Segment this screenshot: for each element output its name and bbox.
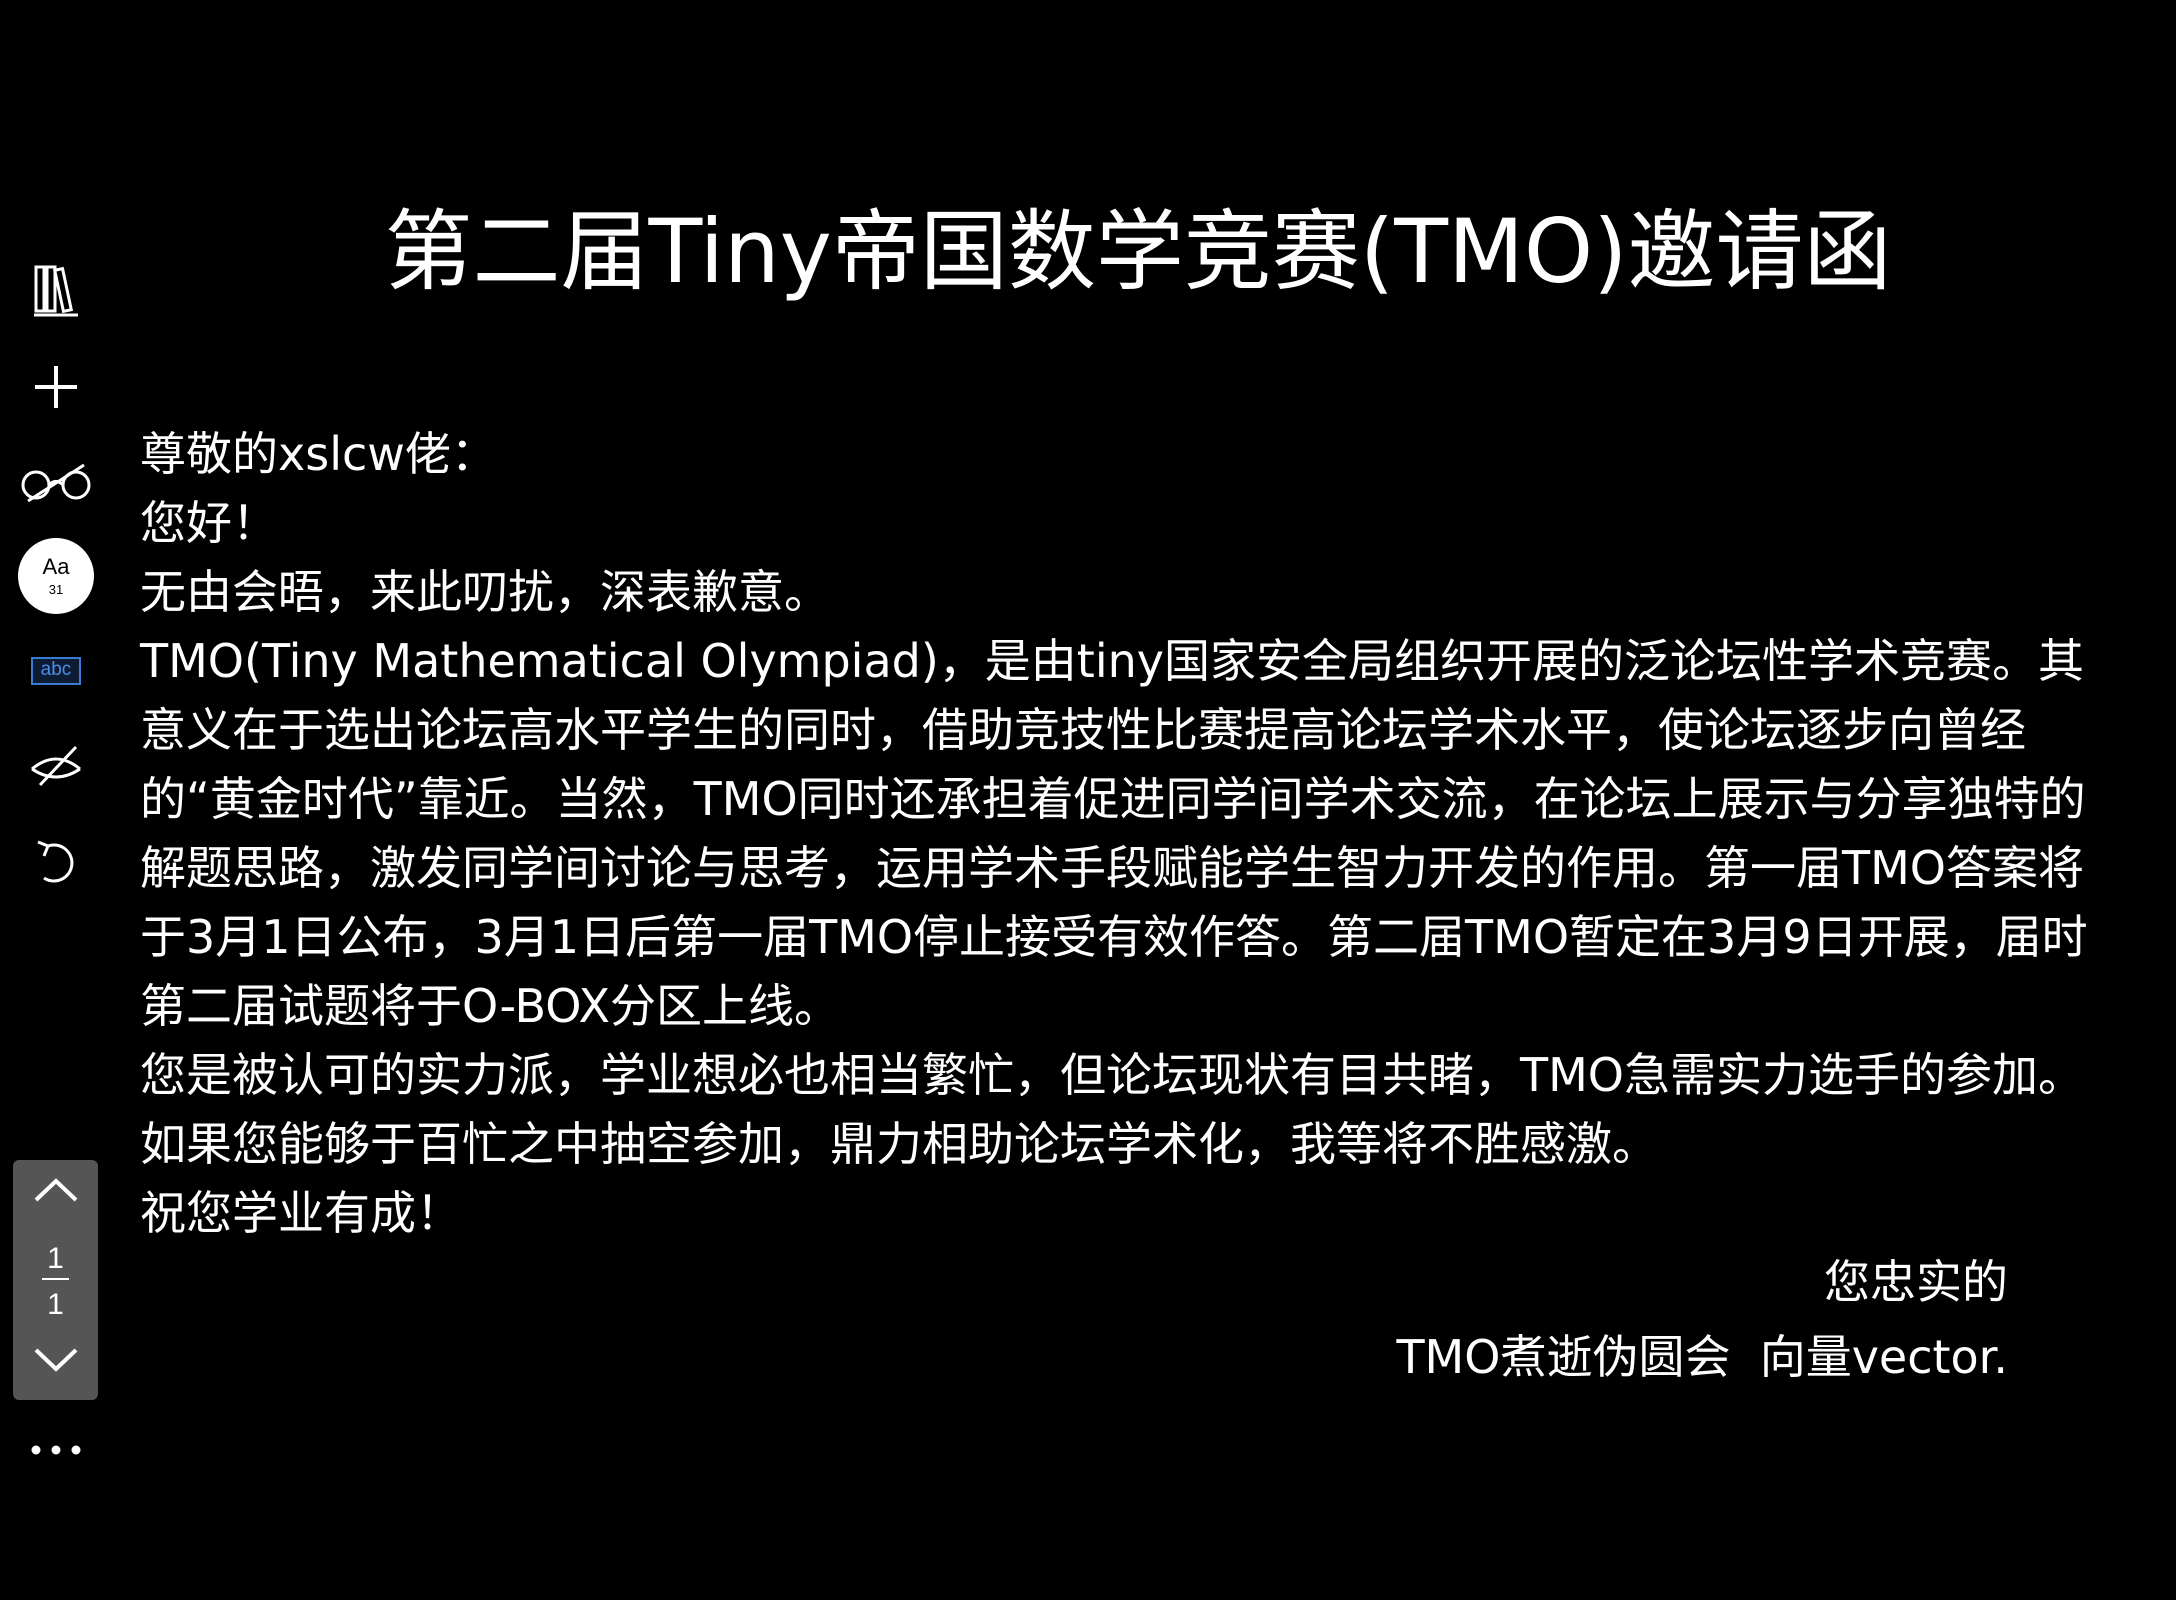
- main-paragraph: TMO(Tiny Mathematical Olympiad)，是由tiny国家…: [140, 634, 2088, 1033]
- greeting: 您好！: [140, 496, 278, 550]
- hide-annotations-icon[interactable]: [0, 725, 112, 805]
- spellcheck-button[interactable]: abc: [0, 631, 112, 711]
- font-size-value: 31: [48, 582, 64, 597]
- document-body: 尊敬的xslcw佬： 您好！ 无由会晤，来此叨扰，深表歉意。 TMO(Tiny …: [140, 420, 2115, 1248]
- total-page-number: 1: [47, 1288, 64, 1321]
- salutation: 尊敬的xslcw佬：: [140, 427, 497, 481]
- page-navigator: 1 1: [13, 1160, 98, 1400]
- invite-paragraph: 您是被认可的实力派，学业想必也相当繁忙，但论坛现状有目共睹，TMO急需实力选手的…: [140, 1048, 2084, 1171]
- spellcheck-label: abc: [31, 657, 81, 685]
- wish-line: 祝您学业有成！: [140, 1186, 462, 1240]
- font-size-indicator: Aa 31: [18, 538, 94, 614]
- letter-closing: 您忠实的 TMO煮逝伪圆会 向量vector.: [1396, 1245, 2008, 1395]
- more-options-icon[interactable]: [0, 1405, 112, 1495]
- page-down-icon[interactable]: [13, 1330, 98, 1390]
- page-up-icon[interactable]: [13, 1160, 98, 1220]
- add-icon[interactable]: [0, 347, 112, 427]
- current-page-number: 1: [47, 1242, 64, 1275]
- document-title: 第二届Tiny帝国数学竞赛(TMO)邀请函: [384, 200, 1892, 303]
- reading-glasses-icon[interactable]: [0, 443, 112, 523]
- font-size-button[interactable]: Aa 31: [0, 536, 112, 616]
- apology-line: 无由会晤，来此叨扰，深表歉意。: [140, 565, 830, 619]
- signature-line: TMO煮逝伪圆会 向量vector.: [1396, 1330, 2008, 1384]
- closing-line: 您忠实的: [1824, 1255, 2008, 1309]
- undo-icon[interactable]: [0, 823, 112, 903]
- font-size-label: Aa: [42, 554, 70, 579]
- page-divider: [42, 1278, 69, 1280]
